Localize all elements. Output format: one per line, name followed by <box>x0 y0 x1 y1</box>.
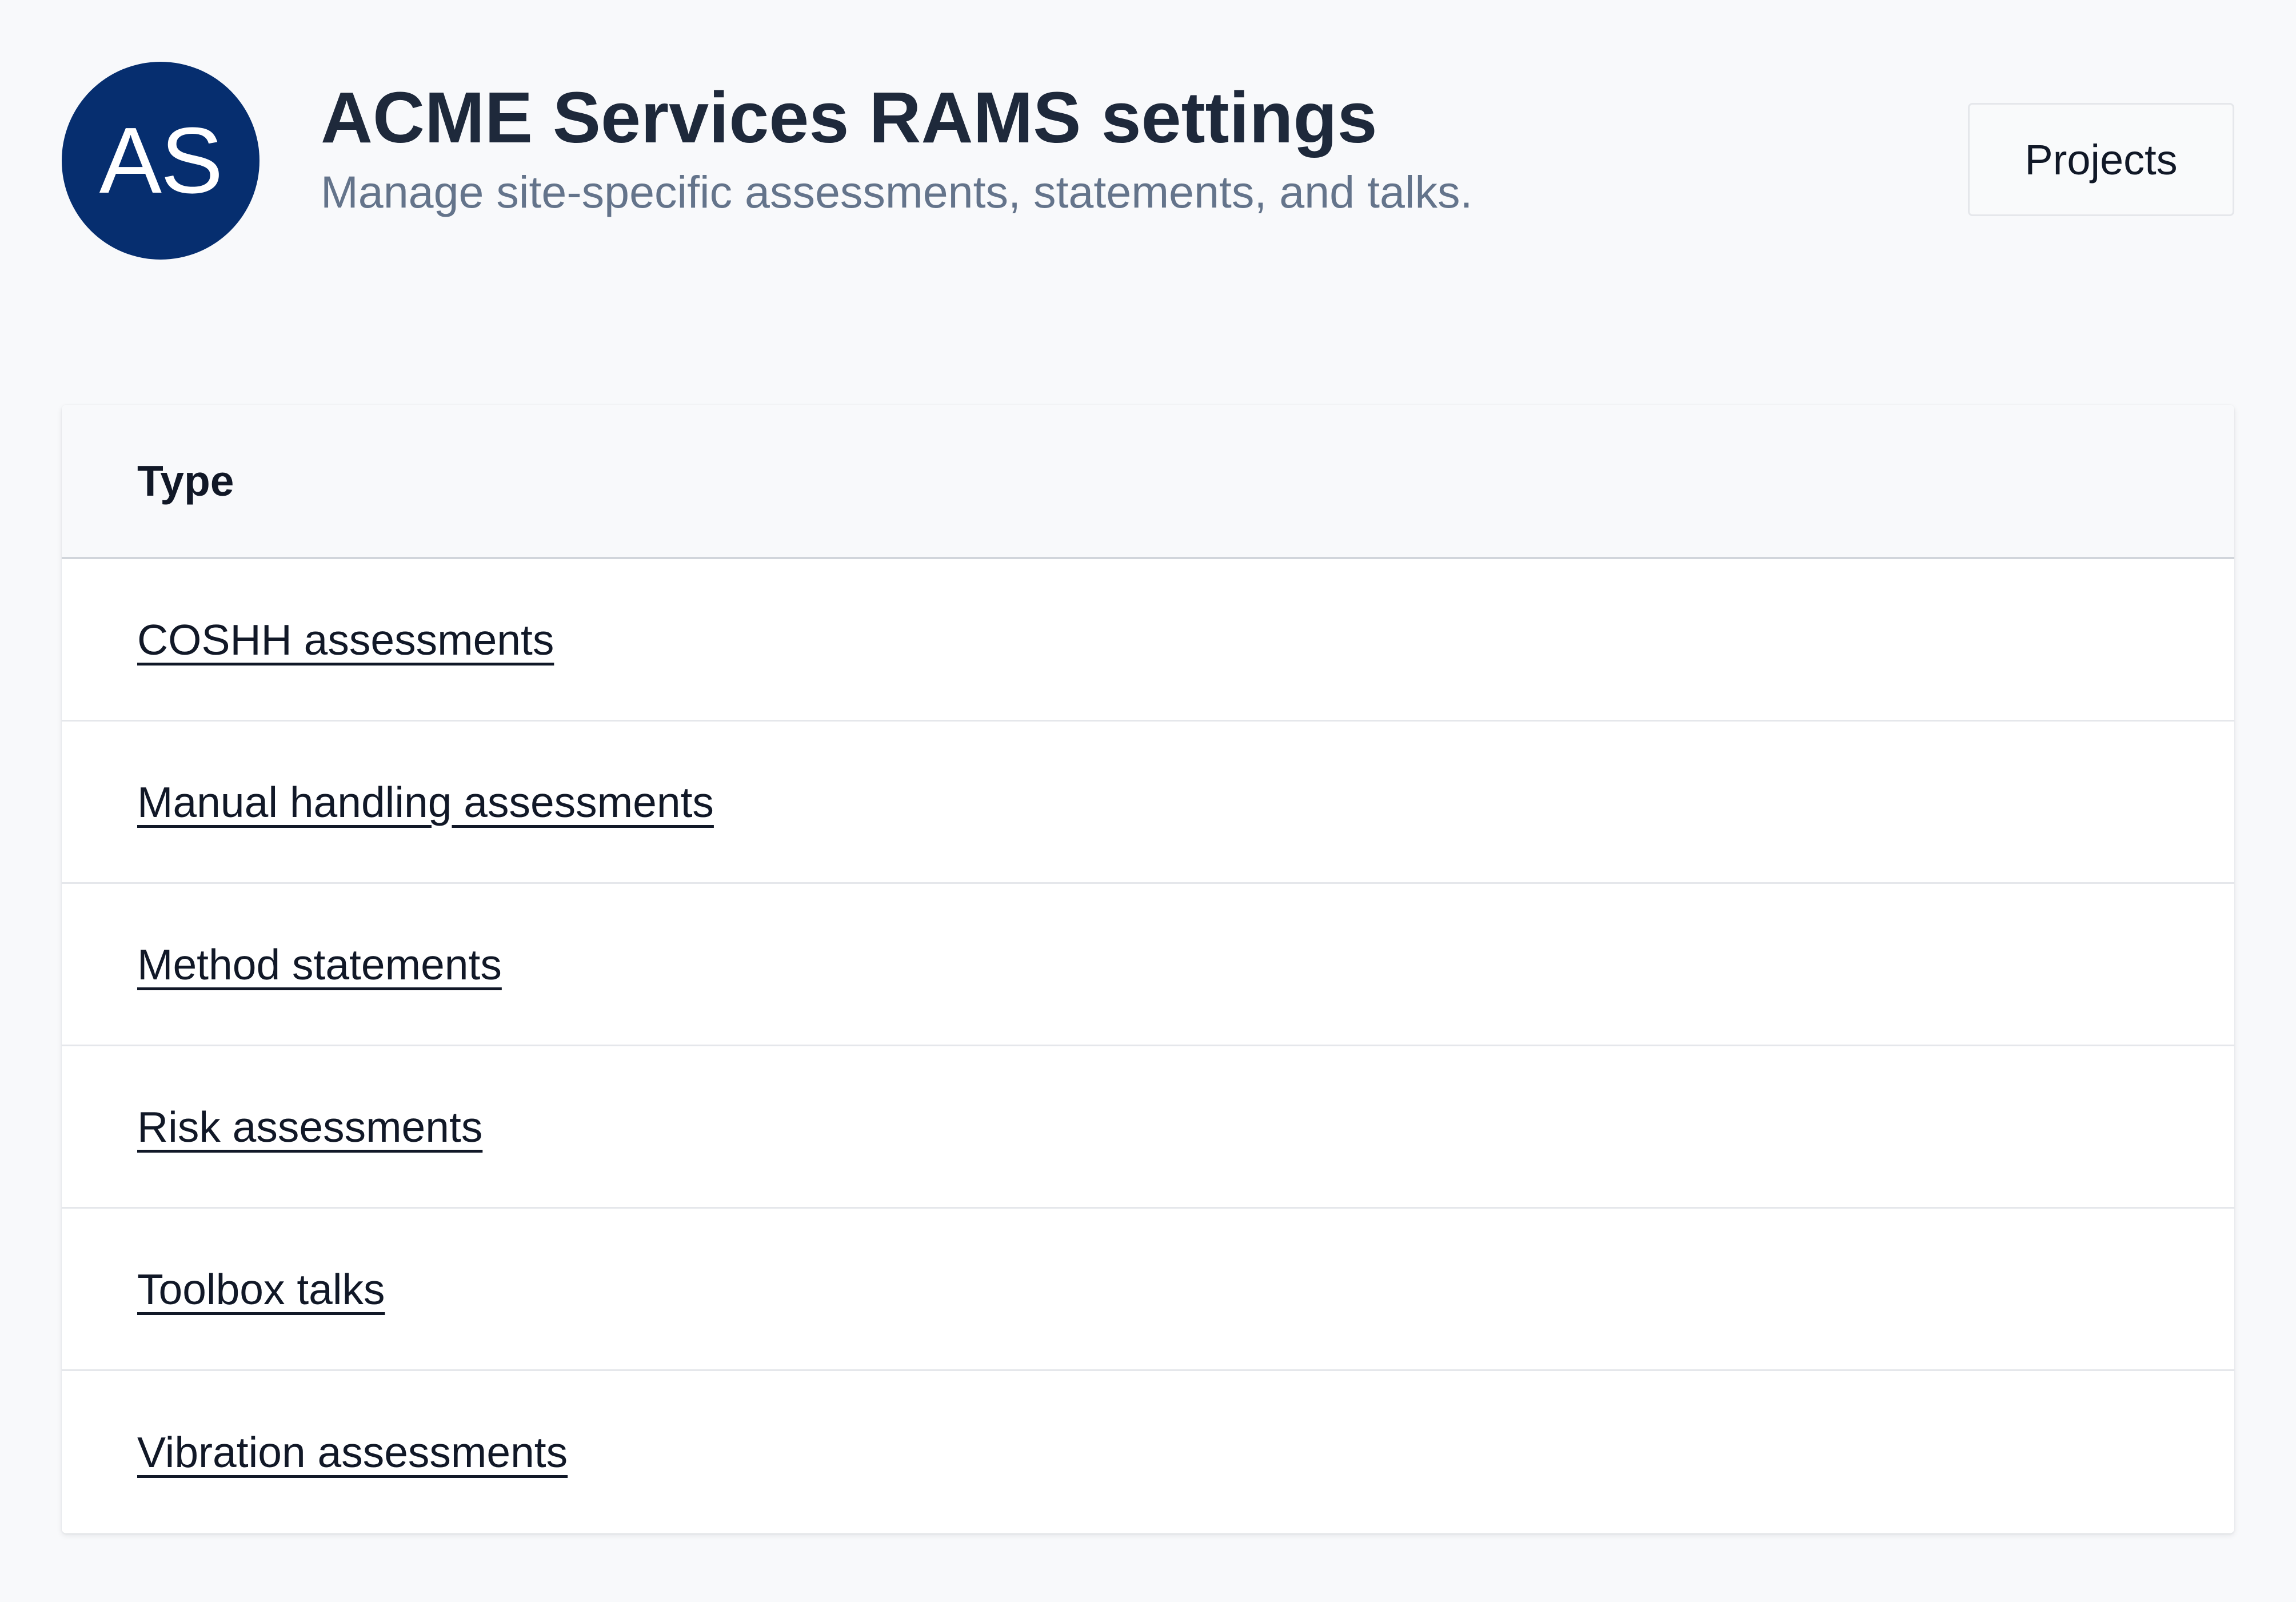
column-header-type: Type <box>137 457 234 505</box>
title-group: ACME Services RAMS settings Manage site-… <box>321 77 1472 220</box>
link-risk-assessments[interactable]: Risk assessments <box>137 1102 482 1151</box>
link-toolbox-talks[interactable]: Toolbox talks <box>137 1265 385 1314</box>
table-row: Vibration assessments <box>62 1371 2234 1533</box>
projects-button[interactable]: Projects <box>1968 103 2234 216</box>
link-coshh-assessments[interactable]: COSHH assessments <box>137 615 554 664</box>
page-subtitle: Manage site-specific assessments, statem… <box>321 166 1473 217</box>
table-row: COSHH assessments <box>62 559 2234 722</box>
table-row: Toolbox talks <box>62 1209 2234 1371</box>
link-method-statements[interactable]: Method statements <box>137 940 502 989</box>
link-manual-handling-assessments[interactable]: Manual handling assessments <box>137 778 714 827</box>
link-vibration-assessments[interactable]: Vibration assessments <box>137 1428 568 1477</box>
avatar: AS <box>62 62 259 260</box>
types-table: Type COSHH assessments Manual handling a… <box>62 405 2234 1533</box>
table-row: Manual handling assessments <box>62 722 2234 884</box>
page-title: ACME Services RAMS settings <box>321 77 1377 158</box>
table-header: Type <box>62 405 2234 559</box>
page-header: AS ACME Services RAMS settings Manage si… <box>62 62 2234 260</box>
table-row: Risk assessments <box>62 1046 2234 1209</box>
table-row: Method statements <box>62 884 2234 1046</box>
